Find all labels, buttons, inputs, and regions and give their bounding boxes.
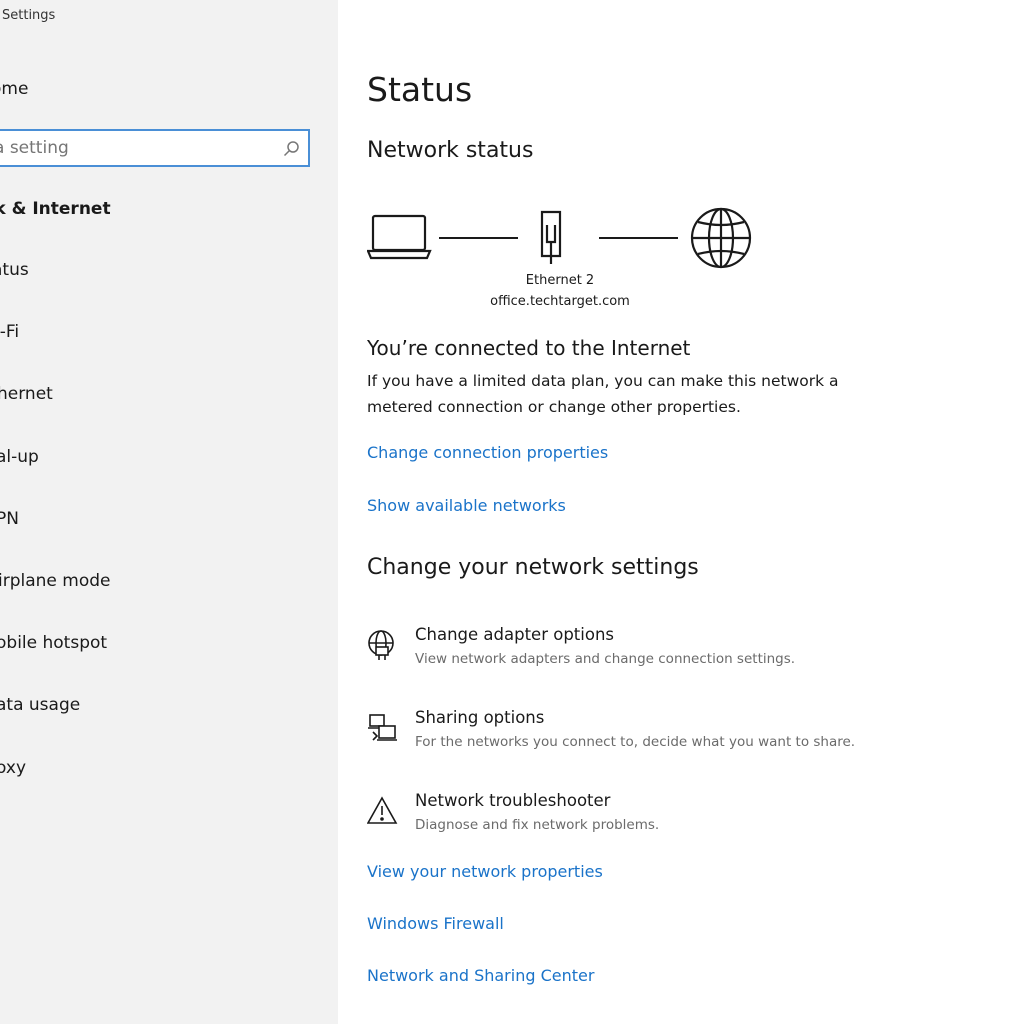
laptop-icon xyxy=(367,214,432,260)
adapter-name: Ethernet 2 xyxy=(525,273,595,288)
globe-icon xyxy=(690,207,752,269)
ethernet-icon xyxy=(540,210,562,264)
page-title: Status xyxy=(367,70,473,109)
network-sharing-center-link[interactable]: Network and Sharing Center xyxy=(367,966,594,985)
network-troubleshooter[interactable]: Network troubleshooter Diagnose and fix … xyxy=(367,791,927,855)
search-icon[interactable] xyxy=(282,140,300,158)
sidebar-item-mobile-hotspot[interactable]: obile hotspot xyxy=(0,633,107,653)
network-diagram xyxy=(367,207,752,269)
windows-firewall-link[interactable]: Windows Firewall xyxy=(367,914,504,933)
adapter-globe-icon xyxy=(368,630,394,660)
search-input[interactable] xyxy=(0,131,276,165)
option-title: Sharing options xyxy=(415,708,545,727)
option-description: View network adapters and change connect… xyxy=(415,651,796,667)
section-heading: rk & Internet xyxy=(0,199,111,219)
change-settings-heading: Change your network settings xyxy=(367,555,699,580)
show-available-networks-link[interactable]: Show available networks xyxy=(367,496,566,515)
connected-description: If you have a limited data plan, you can… xyxy=(367,372,839,416)
sidebar-item-status[interactable]: atus xyxy=(0,260,29,280)
network-status-heading: Network status xyxy=(367,138,534,163)
app-title: Settings xyxy=(2,8,56,23)
main-content: Status Network status Ethernet 2 office.… xyxy=(338,0,1024,1024)
view-network-properties-link[interactable]: View your network properties xyxy=(367,862,603,881)
change-connection-properties-link[interactable]: Change connection properties xyxy=(367,443,608,462)
sidebar-item-vpn[interactable]: PN xyxy=(0,509,19,529)
option-title: Network troubleshooter xyxy=(415,791,611,810)
sidebar-item-airplane-mode[interactable]: irplane mode xyxy=(0,571,111,591)
option-title: Change adapter options xyxy=(415,625,615,644)
sidebar: Settings ome rk & Internet atus i-Fi her… xyxy=(0,0,338,1024)
sidebar-item-ethernet[interactable]: hernet xyxy=(0,384,53,404)
connected-title: You’re connected to the Internet xyxy=(367,336,691,360)
sharing-options[interactable]: Sharing options For the networks you con… xyxy=(367,708,927,772)
sidebar-item-wifi[interactable]: i-Fi xyxy=(0,322,19,342)
nav-home[interactable]: ome xyxy=(0,79,28,99)
network-name: office.techtarget.com xyxy=(490,294,630,309)
sidebar-item-proxy[interactable]: oxy xyxy=(0,758,26,778)
sharing-icon xyxy=(368,714,397,741)
option-description: Diagnose and fix network problems. xyxy=(415,817,660,833)
warning-icon xyxy=(367,796,398,824)
sidebar-item-data-usage[interactable]: ata usage xyxy=(0,695,80,715)
option-description: For the networks you connect to, decide … xyxy=(415,734,856,750)
change-adapter-options[interactable]: Change adapter options View network adap… xyxy=(367,625,927,689)
sidebar-item-dialup[interactable]: al-up xyxy=(0,447,39,467)
search-box[interactable] xyxy=(0,129,310,167)
